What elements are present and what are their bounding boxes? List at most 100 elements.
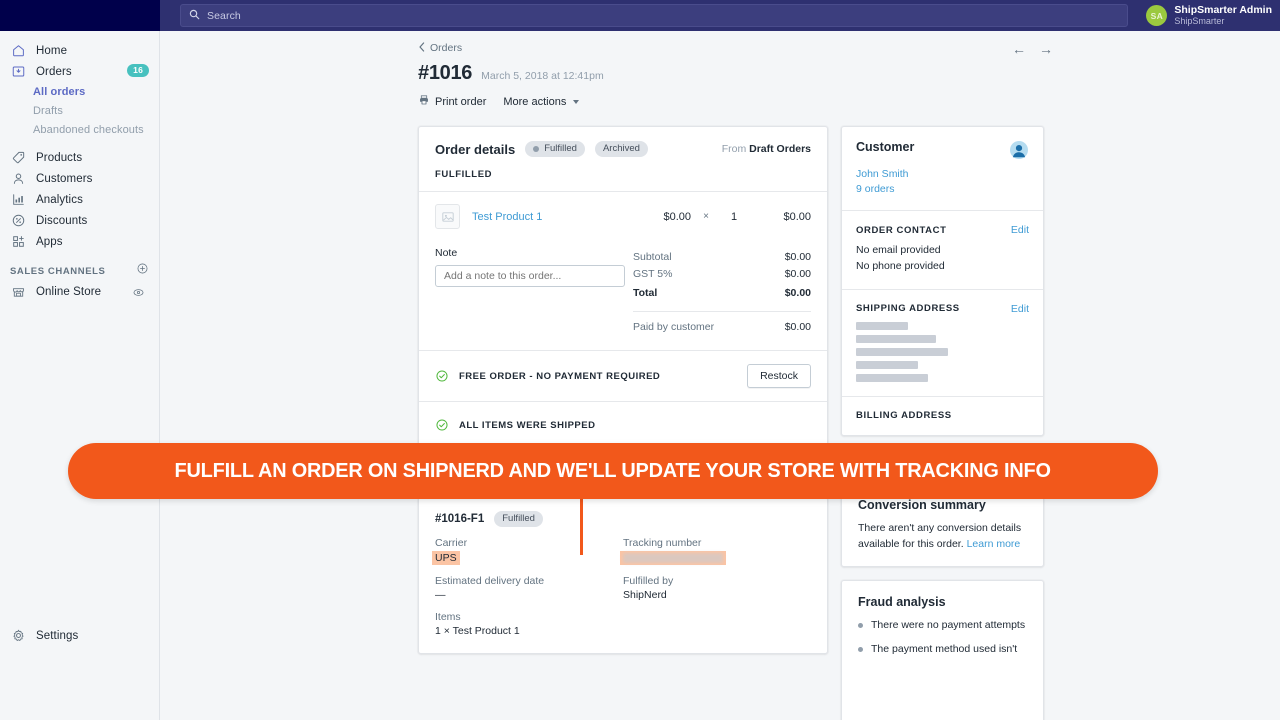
customer-card: Customer John Smith 9 orders — [841, 126, 1044, 436]
paid-amount: $0.00 — [785, 321, 811, 333]
sidebar-item-settings[interactable]: Settings — [0, 625, 160, 646]
carrier-value-row: UPS — [435, 551, 623, 565]
sidebar-item-customers[interactable]: Customers — [0, 168, 159, 189]
orders-icon — [10, 63, 27, 80]
sidebar-item-abandoned-checkouts[interactable]: Abandoned checkouts — [0, 120, 159, 139]
shipping-address-body — [842, 315, 1043, 396]
carrier-value: UPS — [432, 551, 460, 565]
tracking-value — [620, 551, 726, 565]
edit-shipping-address-link[interactable]: Edit — [1011, 303, 1029, 315]
items-value: 1 × Test Product 1 — [435, 625, 623, 637]
product-image-placeholder-icon — [435, 204, 460, 229]
orders-badge-count: 16 — [127, 64, 149, 77]
fulfillment-status-badge: Fulfilled — [494, 511, 543, 527]
shipped-status-row: ALL ITEMS WERE SHIPPED — [419, 402, 827, 448]
search-placeholder: Search — [207, 10, 241, 22]
totals-column: Subtotal $0.00 GST 5% $0.00 Total — [633, 247, 811, 336]
apps-icon — [10, 233, 27, 250]
avatar: SA — [1146, 5, 1167, 26]
eye-icon[interactable] — [126, 285, 151, 303]
conversion-summary-text: There aren't any conversion details avai… — [858, 521, 1027, 553]
sidebar-item-drafts[interactable]: Drafts — [0, 101, 159, 120]
arrow-left-icon[interactable]: ← — [1012, 42, 1026, 56]
page-title: #1016 — [418, 62, 472, 85]
plus-circle-icon[interactable] — [136, 262, 149, 280]
main-content: Orders ← → #1016 March 5, 2018 at 12:41p… — [160, 31, 1280, 720]
sidebar-item-orders[interactable]: Orders 16 — [0, 61, 159, 82]
page: Orders ← → #1016 March 5, 2018 at 12:41p… — [160, 31, 1280, 720]
restock-button[interactable]: Restock — [747, 364, 811, 388]
customer-name-link[interactable]: John Smith — [856, 167, 1029, 182]
customer-header: Customer — [842, 127, 1043, 160]
payment-status-row: FREE ORDER - NO PAYMENT REQUIRED Restock — [419, 351, 827, 401]
fulfillment-header: #1016-F1 Fulfilled — [419, 498, 827, 527]
sidebar-item-all-orders[interactable]: All orders — [0, 82, 159, 101]
fulfillment-card: #1016-F1 Fulfilled Carrier UPS Estimated… — [418, 497, 828, 654]
conversion-learn-more-link[interactable]: Learn more — [967, 538, 1021, 550]
bullet-icon — [858, 647, 863, 652]
order-details-card: Order details Fulfilled Archived From Dr… — [418, 126, 828, 449]
fraud-analysis-body: Fraud analysis There were no payment att… — [842, 581, 1043, 720]
sidebar-item-analytics[interactable]: Analytics — [0, 189, 159, 210]
redacted-address-line — [856, 361, 918, 369]
sidebar-item-products[interactable]: Products — [0, 147, 159, 168]
arrow-right-icon[interactable]: → — [1039, 42, 1053, 56]
sidebar-item-apps[interactable]: Apps — [0, 231, 159, 252]
total-amount: $0.00 — [785, 287, 811, 299]
order-contact-header: ORDER CONTACT Edit — [842, 211, 1043, 236]
fraud-item-text: There were no payment attempts — [871, 618, 1025, 632]
sidebar-label: Orders — [36, 66, 72, 78]
sidebar-label: Online Store — [36, 286, 101, 298]
customer-orders-link[interactable]: 9 orders — [856, 182, 1029, 197]
sidebar-nav: Home Orders 16 All orders Drafts Abandon… — [0, 31, 159, 302]
line-item-name[interactable]: Test Product 1 — [472, 211, 542, 223]
search-icon — [189, 7, 200, 25]
home-icon — [10, 42, 27, 59]
customer-title: Customer — [856, 140, 914, 154]
total-row-total: Total $0.00 — [633, 283, 811, 302]
no-email-text: No email provided — [856, 243, 1029, 259]
store-icon — [10, 283, 27, 300]
topbar-logo-area — [0, 0, 160, 31]
order-details-title: Order details — [435, 142, 515, 157]
more-actions-button[interactable]: More actions — [503, 96, 579, 108]
more-actions-label: More actions — [503, 96, 566, 108]
order-details-header: Order details Fulfilled Archived From Dr… — [419, 127, 827, 157]
tracking-value-row — [623, 551, 811, 565]
breadcrumb[interactable]: Orders — [418, 39, 462, 57]
tag-icon — [10, 149, 27, 166]
breadcrumb-label: Orders — [430, 42, 462, 54]
right-column: Customer John Smith 9 orders — [841, 126, 1044, 720]
items-label: Items — [435, 611, 623, 623]
printer-icon — [418, 93, 430, 111]
line-item-price: $0.00 — [663, 211, 691, 223]
page-inner: Orders ← → #1016 March 5, 2018 at 12:41p… — [418, 39, 1053, 720]
note-column: Note — [435, 247, 631, 336]
sidebar-item-online-store[interactable]: Online Store — [0, 281, 159, 302]
chart-icon — [10, 191, 27, 208]
edit-order-contact-link[interactable]: Edit — [1011, 224, 1029, 236]
print-order-button[interactable]: Print order — [418, 93, 486, 111]
page-actions: Print order More actions — [418, 94, 1053, 110]
status-dot — [533, 146, 539, 152]
settings-row-inner[interactable]: Settings — [0, 625, 160, 646]
fulfillment-column-left: Carrier UPS Estimated delivery date — It… — [435, 537, 623, 637]
gear-icon — [10, 627, 27, 644]
total-row-gst: GST 5% $0.00 — [633, 266, 811, 283]
user-name: ShipSmarter Admin — [1174, 4, 1272, 16]
billing-address-header: BILLING ADDRESS — [842, 397, 1043, 435]
check-circle-icon — [435, 369, 449, 383]
search-input[interactable]: Search — [180, 4, 1128, 27]
admin-order-page: Search SA ShipSmarter Admin ShipSmarter … — [0, 0, 1280, 720]
user-menu[interactable]: SA ShipSmarter Admin ShipSmarter — [1146, 4, 1280, 26]
sidebar-item-discounts[interactable]: Discounts — [0, 210, 159, 231]
line-item-qty: 1 — [721, 211, 747, 223]
fraud-analysis-title: Fraud analysis — [858, 595, 1027, 609]
note-input[interactable] — [435, 265, 625, 287]
sidebar-item-home[interactable]: Home — [0, 40, 159, 61]
status-badge-fulfilled: Fulfilled — [525, 141, 585, 157]
person-icon — [10, 170, 27, 187]
fraud-item-text: The payment method used isn't — [871, 642, 1017, 656]
redacted-address-line — [856, 322, 908, 330]
no-phone-text: No phone provided — [856, 259, 1029, 275]
